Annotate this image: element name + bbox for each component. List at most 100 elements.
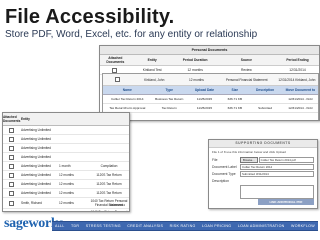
column-header: Attached Documents [3, 115, 21, 123]
table-row[interactable]: Advertising Unlimited 1 month Compilation [3, 162, 129, 171]
period-duration: 12 months [59, 182, 74, 186]
entity-name: Advertising Unlimited [21, 182, 51, 186]
page-title: File Accessibility. [5, 6, 175, 28]
nav-item-loan-pricing[interactable]: LOAN PRICING [202, 224, 231, 228]
period-duration: 12 months [59, 201, 74, 205]
document-name[interactable]: Tax Return/Form Approval [103, 106, 152, 110]
document-label-label: Document Label [212, 164, 237, 169]
panel-title: Personal Documents [100, 46, 319, 55]
period-duration: 12 months [59, 191, 74, 195]
table-cell: Review [240, 68, 252, 72]
browse-button[interactable]: Browse... [240, 156, 258, 163]
column-header[interactable]: Name [103, 88, 152, 92]
table-header: Attached Documents Entity Period Duratio… [100, 55, 319, 66]
nav-item-workflow[interactable]: WORKFLOW [291, 224, 315, 228]
attached-checkbox[interactable] [100, 67, 131, 73]
table-row[interactable]: Advertising Unlimited 12 months 1120S Tax … [3, 171, 129, 180]
subpanel-header: Name Type Upload Date Size Description M… [103, 86, 318, 95]
nav-item-alll[interactable]: ALLL [55, 224, 65, 228]
description-textarea[interactable] [240, 185, 314, 199]
column-header[interactable]: Size [222, 88, 247, 92]
column-header[interactable]: Type [152, 88, 187, 92]
nav-item-loan-administration[interactable]: LOAN ADMINISTRATION [238, 224, 285, 228]
table-header: Attached Documents Entity [3, 113, 129, 126]
attached-checkbox[interactable] [103, 77, 133, 82]
column-header: Source [240, 58, 252, 62]
attached-documents-subpanel: Kirkland, John 12 months Personal Financ… [102, 73, 319, 120]
document-label-input[interactable]: Collier Tax Return 2014 [240, 163, 314, 170]
nav-item-tdr[interactable]: TDR [71, 224, 79, 228]
label-row: Document Label Collier Tax Return 2014 [209, 163, 317, 170]
nav-item-credit-analysis[interactable]: CREDIT ANALYSIS [127, 224, 163, 228]
table-cell: Kirkland, John [144, 77, 165, 82]
entity-name: Advertising Unlimited [21, 155, 51, 159]
table-row[interactable]: Advertising Unlimited [3, 126, 129, 135]
panel-title: SUPPORTING DOCUMENTS [209, 140, 317, 148]
table-cell: Personal Financial Statement [225, 77, 268, 82]
table-cell: 12/31/2014 Kirkland, John [278, 77, 316, 82]
source: 1040 Tax Return Personal Financial State… [90, 210, 128, 212]
attached-checkbox[interactable] [3, 200, 21, 206]
attached-checkbox[interactable] [3, 154, 21, 160]
table-cell: 12 months [189, 77, 204, 82]
table-cell: Kirkland Test [142, 68, 162, 72]
table-row[interactable]: Smith, Richard12 months1040 Tax Return P… [3, 209, 129, 213]
description: Submitted [258, 106, 273, 110]
file-size: 636.71 KB [227, 97, 243, 101]
description-label: Description [212, 178, 229, 183]
file-path-field[interactable]: Collier Tax Return 2014.pdf [258, 156, 314, 163]
subpanel-row[interactable]: Kirkland, John 12 months Personal Financ… [103, 74, 318, 86]
document-row[interactable]: Collier Tax Return 2014 Business Tax Ret… [103, 95, 318, 104]
move-document-select[interactable]: 12/31/2014 - Kirkl [283, 106, 318, 110]
upload-note: File 1 of 8 use this information below a… [212, 150, 286, 154]
source: 1120S Tax Return [96, 191, 122, 195]
document-row[interactable]: Tax Return/Form Approval Tax Return 11/2… [103, 104, 318, 113]
source: 1120S Tax Return [96, 182, 122, 186]
file-row: File Browse... Collier Tax Return 2014.p… [209, 156, 317, 163]
document-name[interactable]: Collier Tax Return 2014 [103, 97, 152, 101]
entity-name: Advertising Unlimited [21, 164, 51, 168]
table-cell: 12 months [187, 68, 203, 72]
period-ending-date: 09/06/2014 [109, 203, 125, 207]
attached-checkbox[interactable] [3, 136, 21, 142]
column-header: Attached Documents [106, 56, 125, 64]
column-header[interactable]: Upload Date [187, 88, 222, 92]
attached-checkbox[interactable] [3, 163, 21, 169]
entity-rows: Advertising Unlimited Advertising Unlimit… [3, 126, 129, 213]
table-row[interactable]: Advertising Unlimited [3, 153, 129, 162]
attached-checkbox[interactable] [3, 145, 21, 151]
type-row: Document Type Submitted 3/31/2014 [209, 170, 317, 177]
attached-checkbox[interactable] [3, 212, 21, 213]
file-label: File [212, 157, 218, 162]
entity-name: Advertising Unlimited [21, 137, 51, 141]
table-row[interactable]: Advertising Unlimited [3, 135, 129, 144]
move-document-select[interactable]: 12/31/2014 - Kirkl [283, 97, 318, 101]
entity-name: Advertising Unlimited [21, 146, 51, 150]
attached-checkbox[interactable] [3, 181, 21, 187]
document-type: Tax Return [161, 106, 177, 110]
table-row[interactable]: Advertising Unlimited 12 months 1120S Tax … [3, 189, 129, 198]
link-pdf-button[interactable]: LINK ADDITIONAL PDF [258, 199, 314, 205]
document-type-select[interactable]: Submitted 3/31/2014 [240, 170, 314, 177]
personal-documents-panel: Personal Documents Attached Documents En… [99, 45, 320, 121]
source: 1120S Tax Return [96, 173, 122, 177]
period-duration: 1 month [59, 164, 71, 168]
table-row[interactable]: Advertising Unlimited 12 months 1120S Tax … [3, 180, 129, 189]
table-row[interactable]: Advertising Unlimited [3, 144, 129, 153]
file-size: 636.71 KB [227, 106, 243, 110]
upload-date: 11/25/2015 [196, 106, 213, 110]
column-header: Entity [147, 58, 157, 62]
attached-checkbox[interactable] [3, 172, 21, 178]
column-header[interactable]: Description [247, 88, 282, 92]
attached-checkbox[interactable] [3, 190, 21, 196]
entity-name: Smith, Richard [21, 201, 42, 205]
attached-checkbox[interactable] [3, 127, 21, 133]
source: Compilation [100, 164, 118, 168]
column-header[interactable]: Move Document to [283, 88, 318, 92]
column-header: Period Ending [286, 58, 309, 62]
document-type-label: Document Type [212, 171, 236, 176]
nav-item-risk-rating[interactable]: RISK RATING [170, 224, 196, 228]
nav-item-stress-testing[interactable]: STRESS TESTING [86, 224, 121, 228]
page-subtitle: Store PDF, Word, Excel, etc. for any ent… [5, 29, 258, 40]
upload-date: 11/25/2015 [196, 97, 213, 101]
